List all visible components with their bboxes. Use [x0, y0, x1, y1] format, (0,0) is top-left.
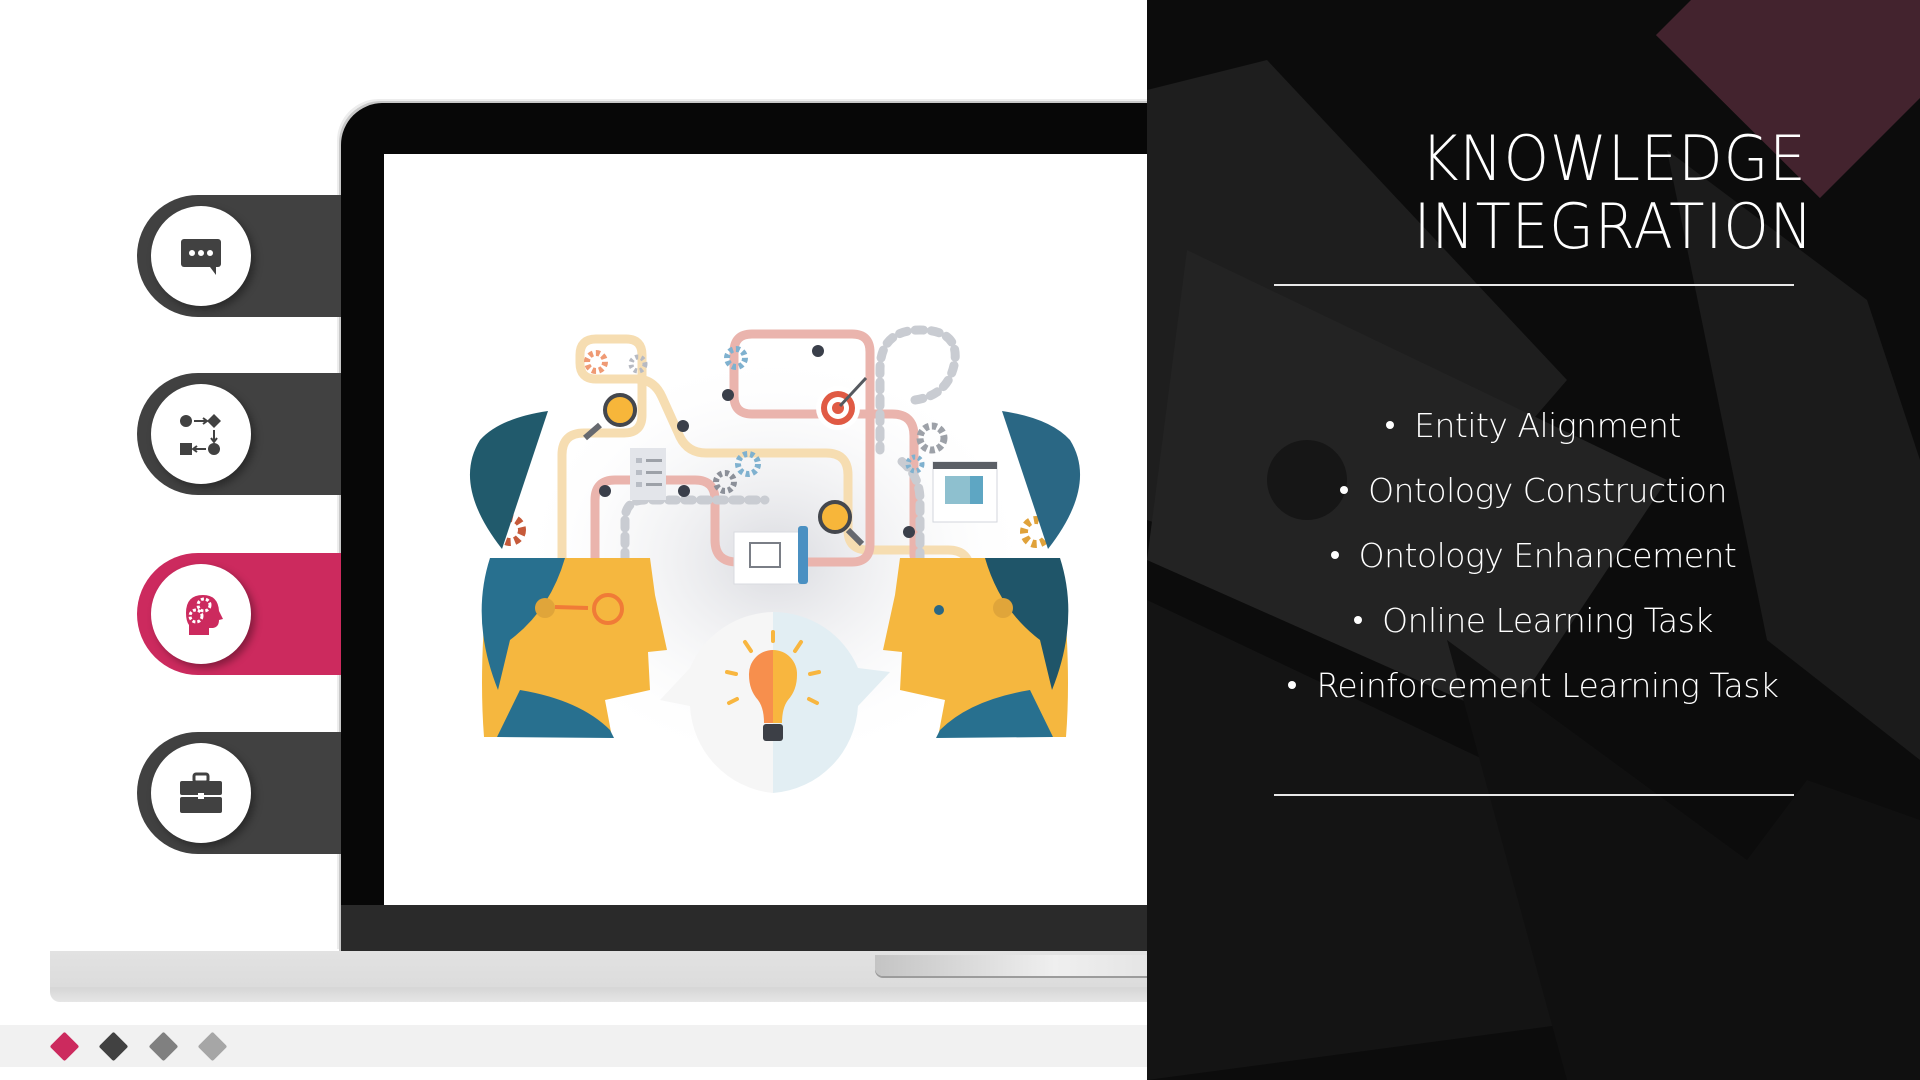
- tab-icon-circle: [151, 564, 251, 664]
- tab-icon-circle: [151, 384, 251, 484]
- bullet-dot: [1330, 550, 1339, 559]
- title-divider: [1274, 284, 1794, 286]
- briefcase-icon: [180, 772, 222, 813]
- bullet-text: Entity Alignment: [1414, 406, 1681, 445]
- title-line-2: INTEGRATION: [1413, 190, 1814, 263]
- bullet-text: Ontology Enhancement: [1358, 536, 1737, 575]
- side-tab-chat[interactable]: [137, 195, 341, 317]
- title-line-1: KNOWLEDGE: [1420, 122, 1807, 195]
- process-flow-icon: [180, 414, 221, 455]
- head-gears-icon: [186, 595, 223, 635]
- laptop-notch: [875, 955, 1175, 976]
- bottom-divider: [1274, 794, 1794, 796]
- bullet-text: Reinforcement Learning Task: [1316, 666, 1779, 705]
- chat-bubble-icon: [181, 239, 221, 275]
- bullet-item: Online Learning Task: [1147, 588, 1920, 653]
- bullet-dot: [1288, 680, 1297, 689]
- bullet-item: Entity Alignment: [1147, 393, 1920, 458]
- bullet-item: Ontology Enhancement: [1147, 523, 1920, 588]
- bullet-item: Reinforcement Learning Task: [1147, 653, 1920, 718]
- side-tab-business[interactable]: [137, 732, 341, 854]
- document-icon: [630, 448, 666, 500]
- slide-title: KNOWLEDGE INTEGRATION: [1254, 125, 1920, 261]
- tab-icon-circle: [151, 206, 251, 306]
- bullet-dot: [1354, 615, 1363, 624]
- bullet-dot: [1386, 420, 1395, 429]
- bullet-list: Entity Alignment Ontology Construction O…: [1147, 393, 1920, 718]
- side-tab-process[interactable]: [137, 373, 341, 495]
- bullet-item: Ontology Construction: [1147, 458, 1920, 523]
- side-tab-knowledge[interactable]: [137, 553, 341, 675]
- knowledge-sharing-illustration: [469, 325, 1081, 793]
- bullet-text: Ontology Construction: [1368, 471, 1727, 510]
- bullet-dot: [1340, 485, 1349, 494]
- blueprint-icon: [733, 526, 808, 585]
- bullet-text: Online Learning Task: [1382, 601, 1713, 640]
- laptop-bezel-lower: [341, 905, 1241, 951]
- tab-icon-circle: [151, 743, 251, 843]
- browser-window-icon: [932, 461, 998, 523]
